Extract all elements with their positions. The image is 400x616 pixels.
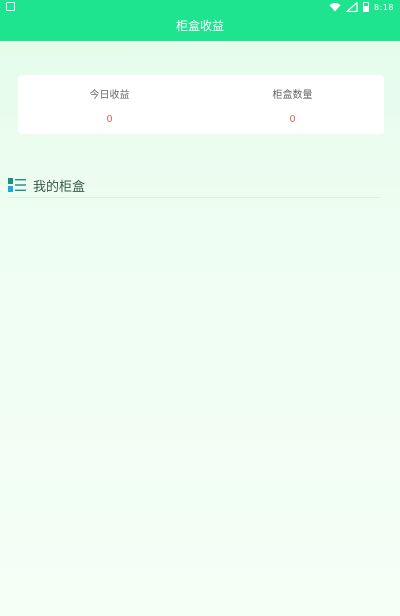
notification-icon bbox=[6, 2, 15, 11]
status-icons: 8:18 bbox=[329, 1, 394, 13]
signal-icon bbox=[346, 2, 358, 12]
wifi-icon bbox=[329, 3, 341, 12]
status-time: 8:18 bbox=[374, 2, 394, 12]
box-count-stat[interactable]: 柜盒数量 0 bbox=[201, 75, 384, 134]
list-icon bbox=[8, 178, 26, 192]
today-income-stat[interactable]: 今日收益 0 bbox=[18, 75, 201, 134]
battery-icon bbox=[363, 2, 370, 12]
section-divider bbox=[8, 197, 380, 198]
today-income-value: 0 bbox=[106, 114, 113, 125]
my-boxes-section-header[interactable]: 我的柜盒 bbox=[8, 174, 380, 196]
box-count-label: 柜盒数量 bbox=[272, 90, 313, 101]
stats-card: 今日收益 0 柜盒数量 0 bbox=[18, 75, 384, 134]
today-income-label: 今日收益 bbox=[89, 90, 130, 101]
section-title: 我的柜盒 bbox=[33, 179, 86, 195]
page-title: 柜盒收益 bbox=[0, 14, 400, 41]
status-bar: 8:18 bbox=[0, 0, 400, 14]
box-count-value: 0 bbox=[289, 114, 296, 125]
